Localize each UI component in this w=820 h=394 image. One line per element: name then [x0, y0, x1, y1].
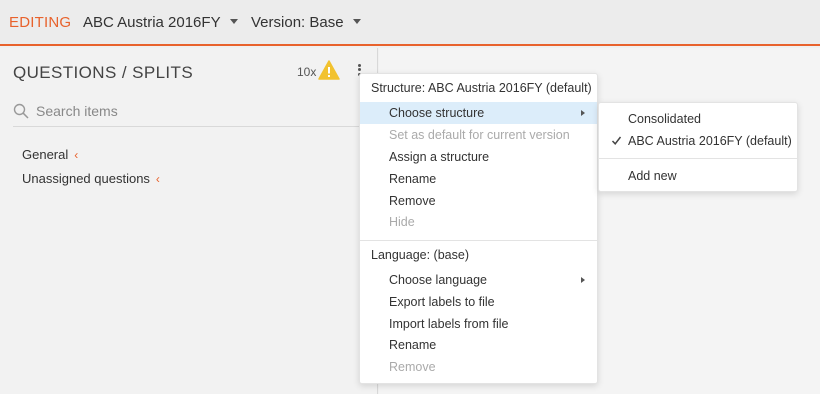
project-dropdown[interactable]: ABC Austria 2016FY — [83, 14, 238, 32]
structure-submenu: Consolidated ABC Austria 2016FY (default… — [598, 102, 798, 192]
menu-item-label: Set as default for current version — [389, 128, 570, 142]
tree-item-label: General — [22, 147, 69, 162]
submenu-item-label: Consolidated — [628, 112, 701, 126]
chevron-right-icon — [581, 277, 585, 283]
warning-count: 10x — [297, 65, 317, 79]
choose-language-item[interactable]: Choose language — [360, 269, 597, 291]
menu-item-label: Rename — [389, 338, 437, 352]
checkmark-icon — [611, 136, 622, 145]
menu-item-label: Export labels to file — [389, 295, 495, 309]
export-labels-item[interactable]: Export labels to file — [360, 291, 597, 313]
submenu-item-label: ABC Austria 2016FY (default) — [628, 134, 792, 148]
warning-icon[interactable] — [318, 60, 340, 80]
questions-splits-panel: QUESTIONS / SPLITS 10x General ‹ Unassign… — [0, 48, 378, 394]
editing-mode-label: EDITING — [9, 14, 72, 31]
menu-item-label: Assign a structure — [389, 150, 490, 164]
chevron-down-icon — [229, 18, 238, 24]
menu-divider — [360, 240, 597, 241]
remove-structure-item[interactable]: Remove — [360, 190, 597, 212]
chevron-down-icon — [352, 18, 361, 24]
set-default-item: Set as default for current version — [360, 124, 597, 146]
project-dropdown-label: ABC Austria 2016FY — [83, 14, 221, 31]
tree-item-unassigned-questions[interactable]: Unassigned questions ‹ — [22, 171, 160, 186]
chevron-right-icon — [581, 110, 585, 116]
search-underline — [13, 126, 365, 127]
language-header: Language: (base) — [371, 248, 469, 262]
menu-item-label: Rename — [389, 172, 437, 186]
rename-language-item[interactable]: Rename — [360, 334, 597, 356]
menu-item-label: Remove — [389, 194, 436, 208]
submenu-item-label: Add new — [628, 169, 677, 183]
search-icon — [13, 103, 29, 119]
tree-item-label: Unassigned questions — [22, 171, 150, 186]
hide-structure-item: Hide — [360, 211, 597, 233]
choose-structure-item[interactable]: Choose structure — [360, 102, 597, 124]
assign-structure-item[interactable]: Assign a structure — [360, 146, 597, 168]
menu-item-label: Remove — [389, 360, 436, 374]
import-labels-item[interactable]: Import labels from file — [360, 313, 597, 335]
add-new-structure-item[interactable]: Add new — [599, 165, 797, 187]
structure-header: Structure: ABC Austria 2016FY (default) — [371, 81, 592, 95]
structure-option-consolidated[interactable]: Consolidated — [599, 108, 797, 130]
top-bar: EDITING ABC Austria 2016FY Version: Base — [0, 0, 820, 46]
menu-item-label: Choose language — [389, 273, 487, 287]
context-menu: Structure: ABC Austria 2016FY (default) … — [359, 73, 598, 384]
version-dropdown[interactable]: Version: Base — [251, 14, 361, 32]
search-input[interactable] — [36, 100, 356, 122]
structure-option-abc-austria[interactable]: ABC Austria 2016FY (default) — [599, 130, 797, 152]
rename-structure-item[interactable]: Rename — [360, 168, 597, 190]
tree-item-general[interactable]: General ‹ — [22, 147, 78, 162]
chevron-left-icon[interactable]: ‹ — [156, 172, 160, 186]
menu-item-label: Import labels from file — [389, 317, 509, 331]
remove-language-item: Remove — [360, 356, 597, 378]
menu-item-label: Choose structure — [389, 106, 485, 120]
panel-title: QUESTIONS / SPLITS — [13, 63, 194, 82]
menu-item-label: Hide — [389, 215, 415, 229]
version-dropdown-label: Version: Base — [251, 14, 344, 31]
chevron-left-icon[interactable]: ‹ — [74, 148, 78, 162]
submenu-divider — [599, 158, 797, 159]
